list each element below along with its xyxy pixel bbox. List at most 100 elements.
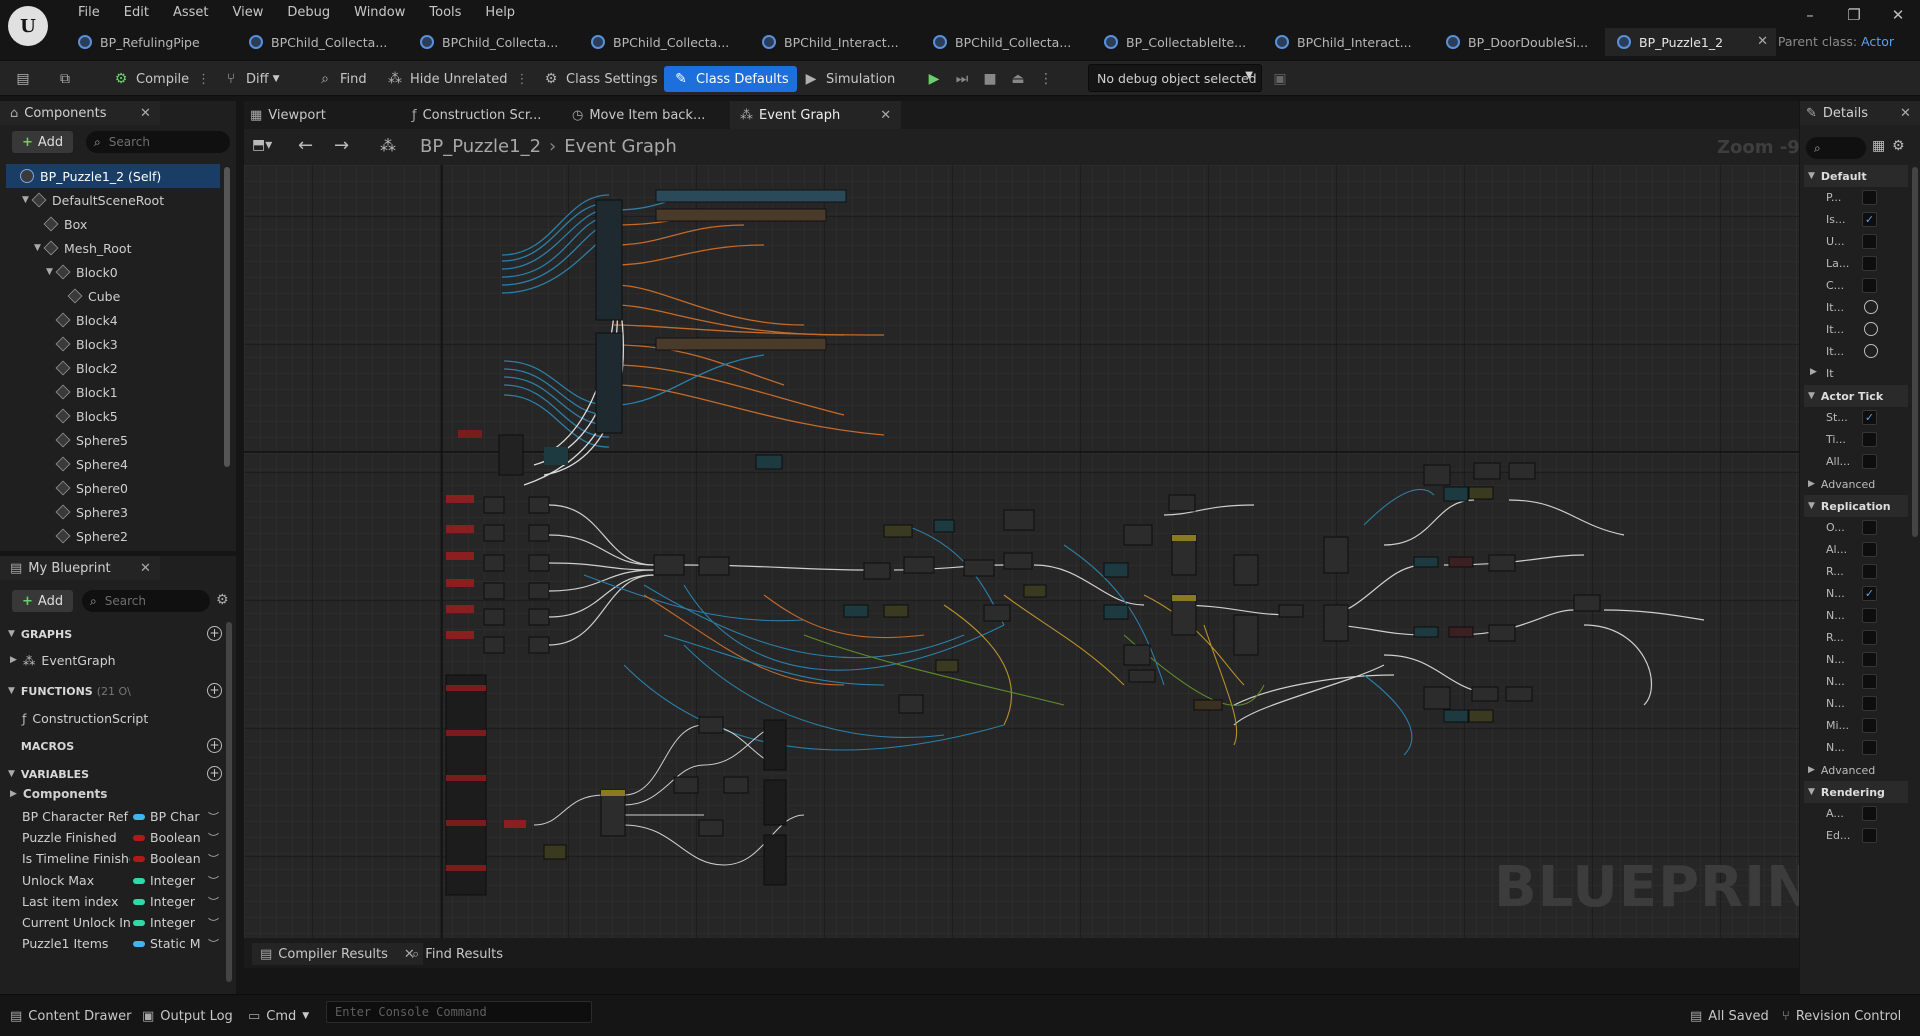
stop-button[interactable]: ■ bbox=[978, 67, 1002, 91]
compile-button[interactable]: ⚙ Compile ⋮ bbox=[112, 66, 210, 92]
tab-move-item-back[interactable]: ◷ Move Item back... bbox=[572, 101, 705, 129]
visibility-eye-icon[interactable]: ︶ bbox=[208, 809, 219, 825]
expand-icon[interactable]: ▼ bbox=[46, 267, 56, 277]
property-checkbox[interactable] bbox=[1862, 564, 1877, 579]
class-defaults-button[interactable]: ✎ Class Defaults bbox=[664, 66, 797, 92]
doc-tab[interactable]: BPChild_Collecta... bbox=[237, 28, 408, 56]
components-search-input[interactable]: ⌕ Search bbox=[86, 131, 230, 153]
add-macro-icon[interactable]: + bbox=[207, 738, 222, 753]
details-section-header[interactable]: ▼ Replication bbox=[1804, 495, 1908, 517]
browse-button[interactable]: ⧉ bbox=[56, 66, 80, 92]
graphs-section-header[interactable]: ▼ GRAPHS + bbox=[8, 622, 222, 646]
component-tree-item[interactable]: Sphere5 bbox=[6, 428, 220, 452]
tab-viewport[interactable]: ▦ Viewport bbox=[250, 101, 326, 129]
component-tree-item[interactable]: Box bbox=[6, 212, 220, 236]
diff-button[interactable]: ⑂ Diff ▼ bbox=[222, 66, 280, 92]
property-checkbox[interactable] bbox=[1862, 674, 1877, 689]
function-item-construction-script[interactable]: ƒ ConstructionScript bbox=[22, 707, 234, 729]
property-checkbox[interactable] bbox=[1862, 278, 1877, 293]
menu-edit[interactable]: Edit bbox=[112, 3, 161, 23]
step-button[interactable]: ⏭ bbox=[950, 67, 974, 91]
class-settings-button[interactable]: ⚙ Class Settings bbox=[542, 66, 658, 92]
component-tree-item[interactable]: Sphere4 bbox=[6, 452, 220, 476]
visibility-eye-icon[interactable]: ︶ bbox=[208, 873, 219, 889]
components-scrollbar[interactable] bbox=[224, 167, 230, 467]
close-panel-icon[interactable]: ✕ bbox=[140, 557, 151, 579]
property-checkbox[interactable] bbox=[1862, 630, 1877, 645]
hide-unrelated-options-icon[interactable]: ⋮ bbox=[516, 72, 529, 87]
menu-asset[interactable]: Asset bbox=[161, 3, 221, 23]
variables-category-components[interactable]: ▶ Components bbox=[10, 783, 222, 805]
tab-event-graph[interactable]: ⁂ Event Graph ✕ bbox=[730, 101, 902, 129]
property-checkbox[interactable] bbox=[1862, 718, 1877, 733]
close-panel-icon[interactable]: ✕ bbox=[140, 102, 151, 124]
variable-item[interactable]: Current Unlock Inc Integer ︶ bbox=[22, 912, 222, 934]
component-tree-item[interactable]: Sphere2 bbox=[6, 524, 220, 548]
property-checkbox[interactable] bbox=[1862, 190, 1877, 205]
property-checkbox[interactable]: ✓ bbox=[1862, 410, 1877, 425]
property-checkbox[interactable] bbox=[1862, 608, 1877, 623]
component-tree-item[interactable]: Sphere0 bbox=[6, 476, 220, 500]
parent-class-link[interactable]: Actor bbox=[1861, 34, 1894, 49]
menu-debug[interactable]: Debug bbox=[275, 3, 342, 23]
back-arrow-icon[interactable]: ← bbox=[298, 135, 313, 156]
visibility-eye-icon[interactable]: ︶ bbox=[208, 915, 219, 931]
variable-item[interactable]: Puzzle1 Items Static M ︶ bbox=[22, 933, 222, 955]
component-tree-item[interactable]: Block4 bbox=[6, 308, 220, 332]
component-tree-item[interactable]: ▼ Block0 bbox=[6, 260, 220, 284]
restore-button[interactable]: ❐ bbox=[1832, 0, 1876, 30]
property-checkbox[interactable] bbox=[1862, 234, 1877, 249]
component-tree-item[interactable]: ▼ DefaultSceneRoot bbox=[6, 188, 220, 212]
close-tab-icon[interactable]: ✕ bbox=[1757, 34, 1768, 49]
reset-value-icon[interactable] bbox=[1864, 344, 1878, 358]
expand-icon[interactable]: ▼ bbox=[34, 243, 44, 253]
details-section-header[interactable]: ▼ Actor Tick bbox=[1804, 385, 1908, 407]
expand-icon[interactable]: ▶ bbox=[1810, 367, 1817, 377]
all-saved-button[interactable]: ▤ All Saved bbox=[1690, 1005, 1769, 1027]
content-drawer-button[interactable]: ▤ Content Drawer bbox=[10, 1005, 131, 1027]
save-button[interactable]: ▤ bbox=[14, 66, 38, 92]
menu-tools[interactable]: Tools bbox=[417, 3, 473, 23]
property-checkbox[interactable] bbox=[1862, 256, 1877, 271]
close-panel-icon[interactable]: ✕ bbox=[1900, 102, 1911, 124]
variable-item[interactable]: Last item index Integer ︶ bbox=[22, 891, 222, 913]
hide-unrelated-button[interactable]: ⁂ Hide Unrelated ⋮ bbox=[386, 66, 529, 92]
close-tab-icon[interactable]: ✕ bbox=[880, 108, 891, 123]
add-graph-icon[interactable]: + bbox=[207, 626, 222, 641]
graph-hierarchy-icon[interactable]: ⁂ bbox=[380, 136, 396, 155]
property-checkbox[interactable]: ✓ bbox=[1862, 212, 1877, 227]
doc-tab[interactable]: BP_RefulingPipe bbox=[66, 28, 237, 56]
breadcrumb-blueprint[interactable]: BP_Puzzle1_2 bbox=[420, 136, 541, 157]
eject-button[interactable]: ⏏ bbox=[1006, 67, 1030, 91]
visibility-eye-icon[interactable]: ︶ bbox=[208, 830, 219, 846]
tab-construction-script[interactable]: ƒ Construction Scr... bbox=[412, 101, 541, 129]
visibility-eye-icon[interactable]: ︶ bbox=[208, 894, 219, 910]
visibility-eye-icon[interactable]: ︶ bbox=[208, 936, 219, 952]
add-function-icon[interactable]: + bbox=[207, 683, 222, 698]
component-tree-item[interactable]: Block1 bbox=[6, 380, 220, 404]
property-checkbox[interactable] bbox=[1862, 696, 1877, 711]
compile-options-icon[interactable]: ⋮ bbox=[197, 72, 210, 87]
debug-filter-icon[interactable]: ▣ bbox=[1268, 67, 1292, 91]
doc-tab-active[interactable]: BP_Puzzle1_2 ✕ bbox=[1605, 28, 1776, 56]
property-checkbox[interactable] bbox=[1862, 828, 1877, 843]
details-section-header[interactable]: ▼ Rendering bbox=[1804, 781, 1908, 803]
add-variable-icon[interactable]: + bbox=[207, 766, 222, 781]
output-log-button[interactable]: ▣ Output Log bbox=[142, 1005, 233, 1027]
doc-tab[interactable]: BP_DoorDoubleSi... bbox=[1434, 28, 1605, 56]
play-button[interactable]: ▶ bbox=[922, 67, 946, 91]
add-blueprint-item-button[interactable]: + Add bbox=[12, 590, 74, 612]
gear-icon[interactable]: ⚙ bbox=[216, 592, 229, 608]
tab-compiler-results[interactable]: ▤ Compiler Results ✕ bbox=[252, 943, 423, 965]
play-options-icon[interactable]: ⋮ bbox=[1034, 67, 1058, 91]
variable-item[interactable]: Puzzle Finished Boolean ︶ bbox=[22, 827, 222, 849]
menu-help[interactable]: Help bbox=[473, 3, 527, 23]
property-checkbox[interactable] bbox=[1862, 806, 1877, 821]
doc-tab[interactable]: BPChild_Collecta... bbox=[408, 28, 579, 56]
property-checkbox[interactable] bbox=[1862, 740, 1877, 755]
doc-tab[interactable]: BPChild_Collecta... bbox=[579, 28, 750, 56]
graph-canvas[interactable]: BLUEPRINT bbox=[244, 165, 1799, 938]
property-checkbox[interactable] bbox=[1862, 432, 1877, 447]
gear-icon[interactable]: ⚙ bbox=[1892, 138, 1905, 154]
graph-item-eventgraph[interactable]: ▶ ⁂ EventGraph bbox=[10, 649, 222, 671]
